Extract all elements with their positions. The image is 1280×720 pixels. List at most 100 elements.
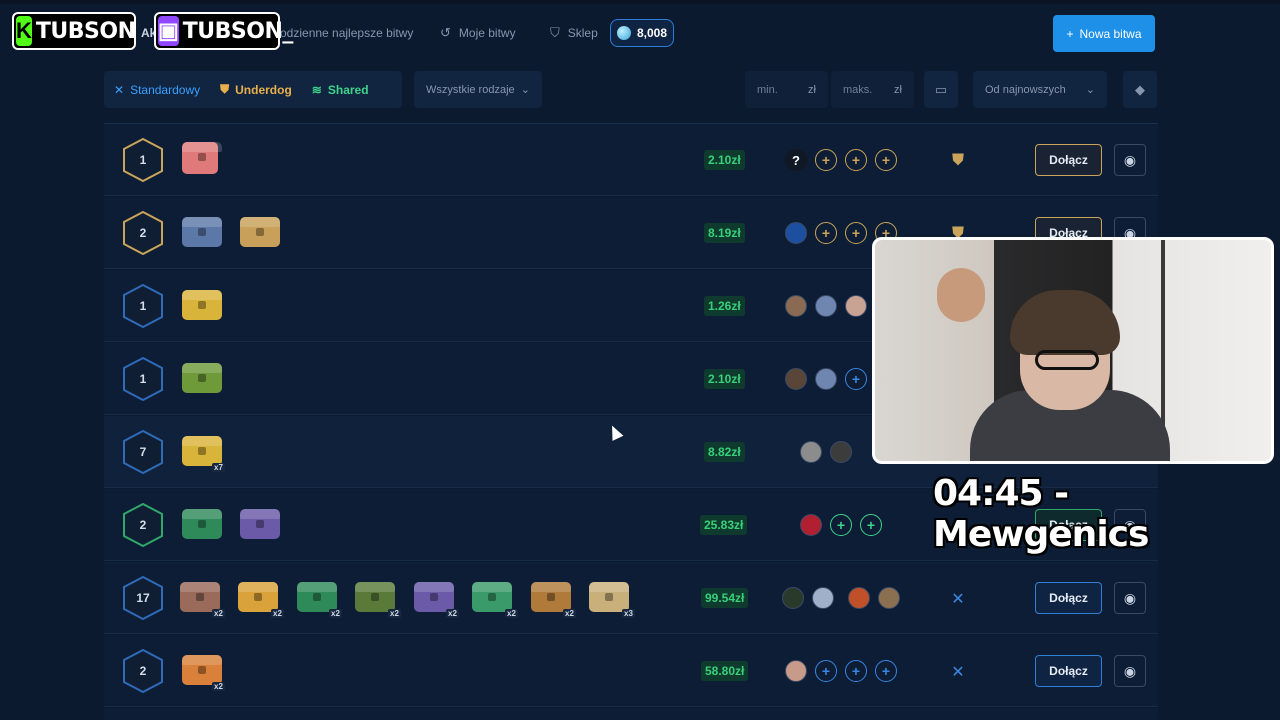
history-icon: ↺ [440, 25, 451, 40]
rounds-count: 1 [139, 372, 147, 386]
top-border [0, 0, 1280, 4]
case-multiplier: x2 [446, 609, 459, 618]
empty-slot-plus-icon[interactable]: + [815, 660, 837, 682]
player-avatar [878, 587, 900, 609]
eraser-icon: ◆ [1135, 81, 1145, 97]
empty-slot-plus-icon[interactable]: + [830, 514, 852, 536]
view-battle-button[interactable]: ◉ [1114, 582, 1146, 614]
battle-value: 1.26zł [704, 296, 745, 316]
background-person [937, 268, 985, 322]
join-button[interactable]: Dołącz [1035, 655, 1102, 687]
max-price-input[interactable]: maks. zł [831, 71, 914, 108]
case-image [355, 582, 395, 612]
empty-slot-plus-icon[interactable]: + [845, 368, 867, 390]
filter-shared-label: Shared [327, 82, 369, 97]
rounds-hexagon: 1 [120, 137, 166, 183]
new-battle-button[interactable]: + Nowa bitwa [1053, 15, 1155, 52]
empty-slot-plus-icon[interactable]: + [875, 149, 897, 171]
shield-icon: ⛊ [220, 82, 230, 96]
battle-row[interactable]: 1 2.10zł ? + + + ⛊ Dołącz ◉ [104, 124, 1158, 196]
case-image [240, 217, 280, 247]
battle-row[interactable]: 2 x2 58.80zł + + + ✕ Dołącz ◉ [104, 635, 1158, 707]
case-multiplier: x2 [271, 609, 284, 618]
rounds-count: 7 [139, 445, 147, 459]
nav-item-shop[interactable]: ⛉ Sklep [550, 18, 598, 48]
filter-shared[interactable]: ≋ Shared [302, 71, 379, 108]
streamer-hair [1010, 290, 1120, 355]
join-button[interactable]: Dołącz [1035, 582, 1102, 614]
case-multiplier: x2 [505, 609, 518, 618]
battle-value: 8.19zł [704, 223, 745, 243]
kick-username: TUBSON [35, 18, 136, 44]
twitch-username: TUBSON_ [182, 18, 294, 44]
player-avatar [785, 222, 807, 244]
max-price-placeholder: maks. [843, 83, 873, 96]
gem-icon [617, 26, 631, 40]
streamer-glasses [1035, 350, 1099, 370]
case-image [531, 582, 571, 612]
case-image [182, 290, 222, 320]
player-avatar [830, 441, 852, 463]
battle-row[interactable]: 17 x2 x2 x2 x2 x2 x2 x2 x3 99.54zł ✕ Doł… [104, 562, 1158, 634]
new-battle-label: Nowa bitwa [1079, 26, 1142, 41]
empty-slot-plus-icon[interactable]: + [845, 222, 867, 244]
player-avatar [785, 368, 807, 390]
min-price-input[interactable]: min. zł [745, 71, 828, 108]
case-image [414, 582, 454, 612]
chevron-down-icon: ⌄ [1085, 84, 1095, 96]
webcam-overlay [872, 237, 1274, 464]
rounds-count: 2 [139, 518, 147, 532]
join-button[interactable]: Dołącz [1035, 144, 1102, 176]
max-price-currency: zł [894, 83, 902, 96]
eye-icon: ◉ [1123, 589, 1137, 606]
player-avatar [815, 368, 837, 390]
player-avatar [785, 660, 807, 682]
case-image [238, 582, 278, 612]
rounds-hexagon: 2 [120, 210, 166, 256]
view-battle-button[interactable]: ◉ [1114, 144, 1146, 176]
balance-display[interactable]: 8,008 [610, 19, 674, 47]
empty-slot-plus-icon[interactable]: + [875, 660, 897, 682]
empty-slot-plus-icon[interactable]: + [860, 514, 882, 536]
filter-underdog[interactable]: ⛊ Underdog [210, 71, 302, 108]
case-image [182, 217, 222, 247]
player-avatar [848, 587, 870, 609]
player-avatar [815, 295, 837, 317]
rounds-hexagon: 2 [120, 648, 166, 694]
standard-mode-icon: ✕ [951, 591, 965, 608]
eye-icon: ◉ [1123, 662, 1137, 679]
filter-underdog-label: Underdog [235, 82, 292, 97]
empty-slot-plus-icon[interactable]: + [815, 149, 837, 171]
mode-filter-group: ✕ Standardowy ⛊ Underdog ≋ Shared [104, 71, 402, 108]
balance-value: 8,008 [637, 26, 668, 40]
battle-value: 2.10zł [704, 150, 745, 170]
case-image [180, 582, 220, 612]
stream-timer-text: 04:45 - Mewgenics [933, 473, 1149, 555]
case-multiplier: x2 [329, 609, 342, 618]
player-avatar [812, 587, 834, 609]
case-image [297, 582, 337, 612]
nav-item-my-battles[interactable]: ↺ Moje bitwy [440, 18, 516, 48]
empty-slot-plus-icon[interactable]: + [845, 660, 867, 682]
wallet-filter-button[interactable]: ▭ [924, 71, 958, 108]
case-multiplier: x2 [388, 609, 401, 618]
nav-item-daily-battles[interactable]: odzienne najlepsze bitwy [280, 18, 413, 48]
clear-filters-button[interactable]: ◆ [1123, 71, 1157, 108]
sort-dropdown-label: Od najnowszych [985, 83, 1066, 96]
min-price-placeholder: min. [757, 83, 778, 96]
sort-dropdown[interactable]: Od najnowszych ⌄ [973, 71, 1107, 108]
chevron-down-icon: ⌄ [520, 84, 530, 96]
rounds-count: 2 [139, 226, 147, 240]
rounds-count: 2 [139, 664, 147, 678]
min-price-currency: zł [808, 83, 816, 96]
type-dropdown[interactable]: Wszystkie rodzaje ⌄ [414, 71, 542, 108]
filter-standard[interactable]: ✕ Standardowy [104, 71, 210, 108]
view-battle-button[interactable]: ◉ [1114, 655, 1146, 687]
battle-value: 8.82zł [704, 442, 745, 462]
standard-mode-icon: ✕ [951, 664, 965, 681]
empty-slot-plus-icon[interactable]: + [815, 222, 837, 244]
case-multiplier: x2 [563, 609, 576, 618]
rounds-count: 17 [136, 591, 150, 605]
empty-slot-plus-icon[interactable]: + [845, 149, 867, 171]
kick-badge: K TUBSON [12, 12, 136, 50]
